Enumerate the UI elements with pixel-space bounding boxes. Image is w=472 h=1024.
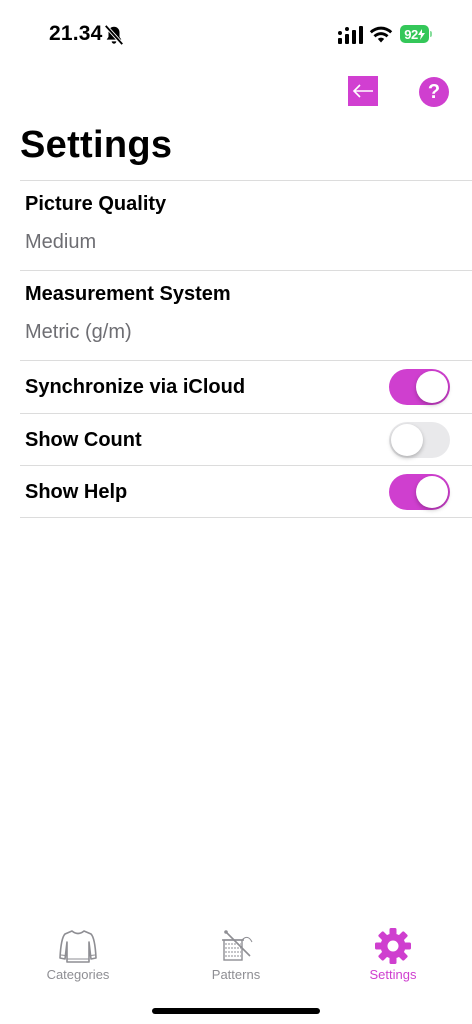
show-count-toggle[interactable] (389, 421, 450, 458)
page-title: Settings (20, 124, 173, 166)
tab-categories-label: Categories (46, 967, 110, 982)
tab-categories[interactable]: Categories (18, 928, 138, 982)
battery-cap (430, 31, 432, 37)
measurement-system-value: Metric (g/m) (25, 321, 132, 343)
status-bar: 21.34 92 (0, 0, 472, 72)
question-mark-icon: ? (427, 80, 441, 103)
show-help-row: Show Help (20, 465, 472, 518)
picture-quality-label: Picture Quality (25, 193, 167, 215)
knitting-icon (222, 930, 253, 961)
show-help-label: Show Help (25, 481, 128, 503)
sweater-icon (59, 930, 97, 963)
sync-icloud-row: Synchronize via iCloud (20, 360, 472, 413)
sync-icloud-label: Synchronize via iCloud (25, 376, 246, 398)
show-help-toggle[interactable] (389, 474, 450, 510)
picture-quality-value: Medium (25, 231, 97, 253)
status-time: 21.34 (49, 22, 103, 45)
tab-patterns-label: Patterns (211, 967, 261, 982)
cellular-signal-icon (338, 26, 363, 44)
tab-settings[interactable]: Settings (333, 928, 453, 982)
sync-icloud-toggle[interactable] (389, 369, 450, 405)
tab-bar: Categories Patterns Settings (0, 920, 472, 990)
wifi-icon (369, 26, 393, 43)
home-indicator (152, 1008, 320, 1014)
show-count-row: Show Count (20, 412, 472, 466)
toggle-knob (391, 423, 423, 456)
tab-patterns[interactable]: Patterns (176, 928, 296, 982)
measurement-system-label: Measurement System (25, 283, 231, 305)
picture-quality-row[interactable]: Picture Quality Medium (20, 180, 472, 270)
gear-icon (375, 928, 411, 964)
bolt-icon (417, 28, 425, 40)
toggle-knob (416, 371, 448, 403)
settings-list: Picture Quality Medium Measurement Syste… (20, 180, 472, 518)
back-button[interactable] (348, 76, 378, 106)
battery-level: 92 (404, 26, 418, 42)
arrow-left-icon (352, 84, 373, 98)
show-count-label: Show Count (25, 428, 142, 451)
help-button[interactable]: ? (419, 77, 449, 107)
tab-settings-label: Settings (369, 967, 417, 982)
battery-charging-icon: 92 (400, 25, 429, 43)
measurement-system-row[interactable]: Measurement System Metric (g/m) (20, 270, 472, 360)
bell-slash-icon (104, 24, 124, 46)
toggle-knob (416, 476, 448, 508)
